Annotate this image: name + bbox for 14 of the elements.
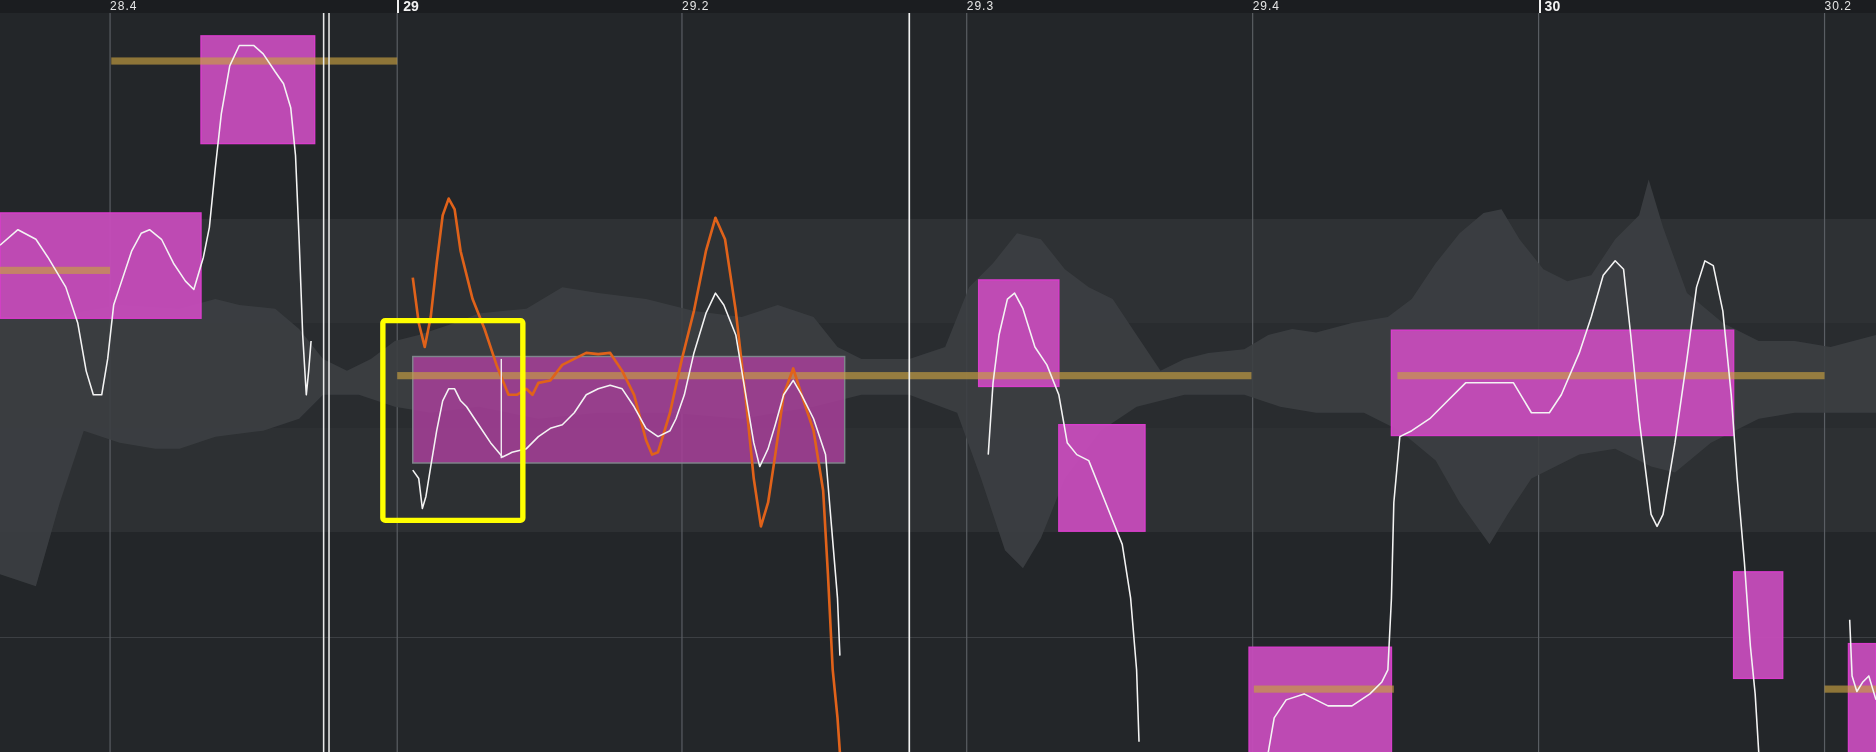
note-segment[interactable]	[1732, 571, 1784, 680]
playhead-line[interactable]	[908, 13, 911, 752]
ruler-label: 30	[1544, 0, 1561, 13]
marker-line[interactable]	[322, 13, 330, 752]
ruler-label: 29.4	[1252, 0, 1280, 12]
ruler-label: 29.3	[966, 0, 995, 12]
ruler-label: 29.2	[681, 0, 710, 12]
note-segment[interactable]	[412, 355, 846, 464]
note-segment[interactable]	[1847, 642, 1876, 752]
ruler-label: 30.2	[1824, 0, 1852, 12]
timeline-ruler[interactable]: 28.4 29 29.2 29.3 29.4 30 30.2	[0, 0, 1876, 13]
note-segment[interactable]	[977, 279, 1060, 388]
ruler-label: 28.4	[110, 0, 138, 12]
ruler-label: 29	[403, 0, 419, 13]
